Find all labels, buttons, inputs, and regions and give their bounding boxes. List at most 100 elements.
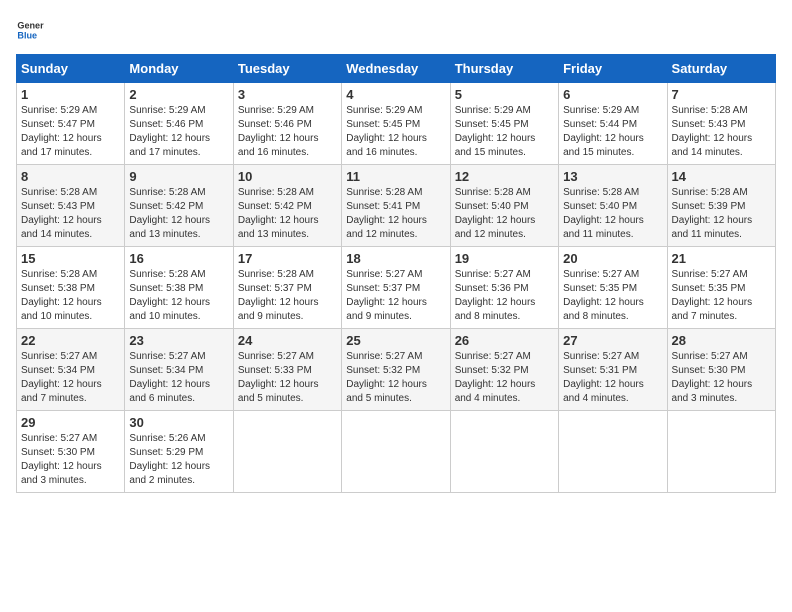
col-header-saturday: Saturday: [667, 55, 775, 83]
day-info: Sunrise: 5:28 AM Sunset: 5:43 PM Dayligh…: [21, 186, 120, 242]
calendar-table: SundayMondayTuesdayWednesdayThursdayFrid…: [16, 54, 776, 493]
calendar-cell: 10 Sunrise: 5:28 AM Sunset: 5:42 PM Dayl…: [233, 165, 341, 247]
day-info: Sunrise: 5:28 AM Sunset: 5:40 PM Dayligh…: [455, 186, 554, 242]
day-number: 4: [346, 87, 445, 102]
day-info: Sunrise: 5:27 AM Sunset: 5:30 PM Dayligh…: [21, 432, 120, 488]
calendar-header-row: SundayMondayTuesdayWednesdayThursdayFrid…: [17, 55, 776, 83]
col-header-friday: Friday: [559, 55, 667, 83]
day-number: 14: [672, 169, 771, 184]
calendar-cell: 14 Sunrise: 5:28 AM Sunset: 5:39 PM Dayl…: [667, 165, 775, 247]
day-number: 11: [346, 169, 445, 184]
day-info: Sunrise: 5:29 AM Sunset: 5:47 PM Dayligh…: [21, 104, 120, 160]
day-number: 3: [238, 87, 337, 102]
calendar-week-1: 1 Sunrise: 5:29 AM Sunset: 5:47 PM Dayli…: [17, 83, 776, 165]
day-number: 1: [21, 87, 120, 102]
calendar-cell: 7 Sunrise: 5:28 AM Sunset: 5:43 PM Dayli…: [667, 83, 775, 165]
day-info: Sunrise: 5:28 AM Sunset: 5:42 PM Dayligh…: [129, 186, 228, 242]
calendar-cell: 21 Sunrise: 5:27 AM Sunset: 5:35 PM Dayl…: [667, 247, 775, 329]
calendar-cell: 30 Sunrise: 5:26 AM Sunset: 5:29 PM Dayl…: [125, 411, 233, 493]
calendar-cell: 13 Sunrise: 5:28 AM Sunset: 5:40 PM Dayl…: [559, 165, 667, 247]
day-number: 28: [672, 333, 771, 348]
day-info: Sunrise: 5:28 AM Sunset: 5:38 PM Dayligh…: [21, 268, 120, 324]
day-info: Sunrise: 5:27 AM Sunset: 5:33 PM Dayligh…: [238, 350, 337, 406]
calendar-cell: 15 Sunrise: 5:28 AM Sunset: 5:38 PM Dayl…: [17, 247, 125, 329]
day-number: 9: [129, 169, 228, 184]
day-info: Sunrise: 5:29 AM Sunset: 5:44 PM Dayligh…: [563, 104, 662, 160]
calendar-cell: 16 Sunrise: 5:28 AM Sunset: 5:38 PM Dayl…: [125, 247, 233, 329]
calendar-cell: 6 Sunrise: 5:29 AM Sunset: 5:44 PM Dayli…: [559, 83, 667, 165]
day-info: Sunrise: 5:28 AM Sunset: 5:38 PM Dayligh…: [129, 268, 228, 324]
day-info: Sunrise: 5:27 AM Sunset: 5:31 PM Dayligh…: [563, 350, 662, 406]
day-number: 2: [129, 87, 228, 102]
day-number: 8: [21, 169, 120, 184]
day-number: 29: [21, 415, 120, 430]
day-number: 22: [21, 333, 120, 348]
day-number: 30: [129, 415, 228, 430]
svg-text:Blue: Blue: [17, 30, 37, 40]
day-info: Sunrise: 5:29 AM Sunset: 5:46 PM Dayligh…: [238, 104, 337, 160]
calendar-cell: 5 Sunrise: 5:29 AM Sunset: 5:45 PM Dayli…: [450, 83, 558, 165]
col-header-thursday: Thursday: [450, 55, 558, 83]
calendar-cell: 9 Sunrise: 5:28 AM Sunset: 5:42 PM Dayli…: [125, 165, 233, 247]
logo-icon: General Blue: [16, 16, 44, 44]
day-number: 10: [238, 169, 337, 184]
calendar-cell: 25 Sunrise: 5:27 AM Sunset: 5:32 PM Dayl…: [342, 329, 450, 411]
day-number: 18: [346, 251, 445, 266]
day-info: Sunrise: 5:27 AM Sunset: 5:37 PM Dayligh…: [346, 268, 445, 324]
col-header-sunday: Sunday: [17, 55, 125, 83]
day-number: 16: [129, 251, 228, 266]
calendar-cell: [559, 411, 667, 493]
calendar-cell: 17 Sunrise: 5:28 AM Sunset: 5:37 PM Dayl…: [233, 247, 341, 329]
day-number: 15: [21, 251, 120, 266]
calendar-cell: 23 Sunrise: 5:27 AM Sunset: 5:34 PM Dayl…: [125, 329, 233, 411]
day-info: Sunrise: 5:29 AM Sunset: 5:45 PM Dayligh…: [455, 104, 554, 160]
day-info: Sunrise: 5:28 AM Sunset: 5:39 PM Dayligh…: [672, 186, 771, 242]
svg-text:General: General: [17, 21, 44, 31]
calendar-week-4: 22 Sunrise: 5:27 AM Sunset: 5:34 PM Dayl…: [17, 329, 776, 411]
calendar-week-3: 15 Sunrise: 5:28 AM Sunset: 5:38 PM Dayl…: [17, 247, 776, 329]
day-number: 26: [455, 333, 554, 348]
calendar-cell: 22 Sunrise: 5:27 AM Sunset: 5:34 PM Dayl…: [17, 329, 125, 411]
calendar-cell: 19 Sunrise: 5:27 AM Sunset: 5:36 PM Dayl…: [450, 247, 558, 329]
calendar-cell: 12 Sunrise: 5:28 AM Sunset: 5:40 PM Dayl…: [450, 165, 558, 247]
calendar-cell: 1 Sunrise: 5:29 AM Sunset: 5:47 PM Dayli…: [17, 83, 125, 165]
day-info: Sunrise: 5:29 AM Sunset: 5:46 PM Dayligh…: [129, 104, 228, 160]
calendar-cell: [233, 411, 341, 493]
calendar-cell: [342, 411, 450, 493]
day-number: 7: [672, 87, 771, 102]
calendar-cell: 29 Sunrise: 5:27 AM Sunset: 5:30 PM Dayl…: [17, 411, 125, 493]
day-info: Sunrise: 5:28 AM Sunset: 5:37 PM Dayligh…: [238, 268, 337, 324]
col-header-wednesday: Wednesday: [342, 55, 450, 83]
day-number: 6: [563, 87, 662, 102]
day-number: 5: [455, 87, 554, 102]
day-number: 23: [129, 333, 228, 348]
day-number: 20: [563, 251, 662, 266]
logo: General Blue: [16, 16, 44, 44]
day-number: 27: [563, 333, 662, 348]
calendar-cell: 2 Sunrise: 5:29 AM Sunset: 5:46 PM Dayli…: [125, 83, 233, 165]
day-info: Sunrise: 5:27 AM Sunset: 5:35 PM Dayligh…: [563, 268, 662, 324]
day-info: Sunrise: 5:27 AM Sunset: 5:32 PM Dayligh…: [455, 350, 554, 406]
calendar-cell: 8 Sunrise: 5:28 AM Sunset: 5:43 PM Dayli…: [17, 165, 125, 247]
day-info: Sunrise: 5:28 AM Sunset: 5:41 PM Dayligh…: [346, 186, 445, 242]
day-number: 13: [563, 169, 662, 184]
calendar-cell: 4 Sunrise: 5:29 AM Sunset: 5:45 PM Dayli…: [342, 83, 450, 165]
day-number: 17: [238, 251, 337, 266]
day-info: Sunrise: 5:28 AM Sunset: 5:43 PM Dayligh…: [672, 104, 771, 160]
day-info: Sunrise: 5:26 AM Sunset: 5:29 PM Dayligh…: [129, 432, 228, 488]
day-number: 12: [455, 169, 554, 184]
calendar-body: 1 Sunrise: 5:29 AM Sunset: 5:47 PM Dayli…: [17, 83, 776, 493]
day-info: Sunrise: 5:27 AM Sunset: 5:32 PM Dayligh…: [346, 350, 445, 406]
day-info: Sunrise: 5:27 AM Sunset: 5:35 PM Dayligh…: [672, 268, 771, 324]
calendar-cell: [667, 411, 775, 493]
day-info: Sunrise: 5:27 AM Sunset: 5:34 PM Dayligh…: [129, 350, 228, 406]
day-info: Sunrise: 5:27 AM Sunset: 5:34 PM Dayligh…: [21, 350, 120, 406]
calendar-cell: 18 Sunrise: 5:27 AM Sunset: 5:37 PM Dayl…: [342, 247, 450, 329]
calendar-week-2: 8 Sunrise: 5:28 AM Sunset: 5:43 PM Dayli…: [17, 165, 776, 247]
calendar-cell: 26 Sunrise: 5:27 AM Sunset: 5:32 PM Dayl…: [450, 329, 558, 411]
day-info: Sunrise: 5:28 AM Sunset: 5:42 PM Dayligh…: [238, 186, 337, 242]
calendar-cell: 24 Sunrise: 5:27 AM Sunset: 5:33 PM Dayl…: [233, 329, 341, 411]
day-info: Sunrise: 5:28 AM Sunset: 5:40 PM Dayligh…: [563, 186, 662, 242]
day-number: 24: [238, 333, 337, 348]
day-info: Sunrise: 5:27 AM Sunset: 5:36 PM Dayligh…: [455, 268, 554, 324]
